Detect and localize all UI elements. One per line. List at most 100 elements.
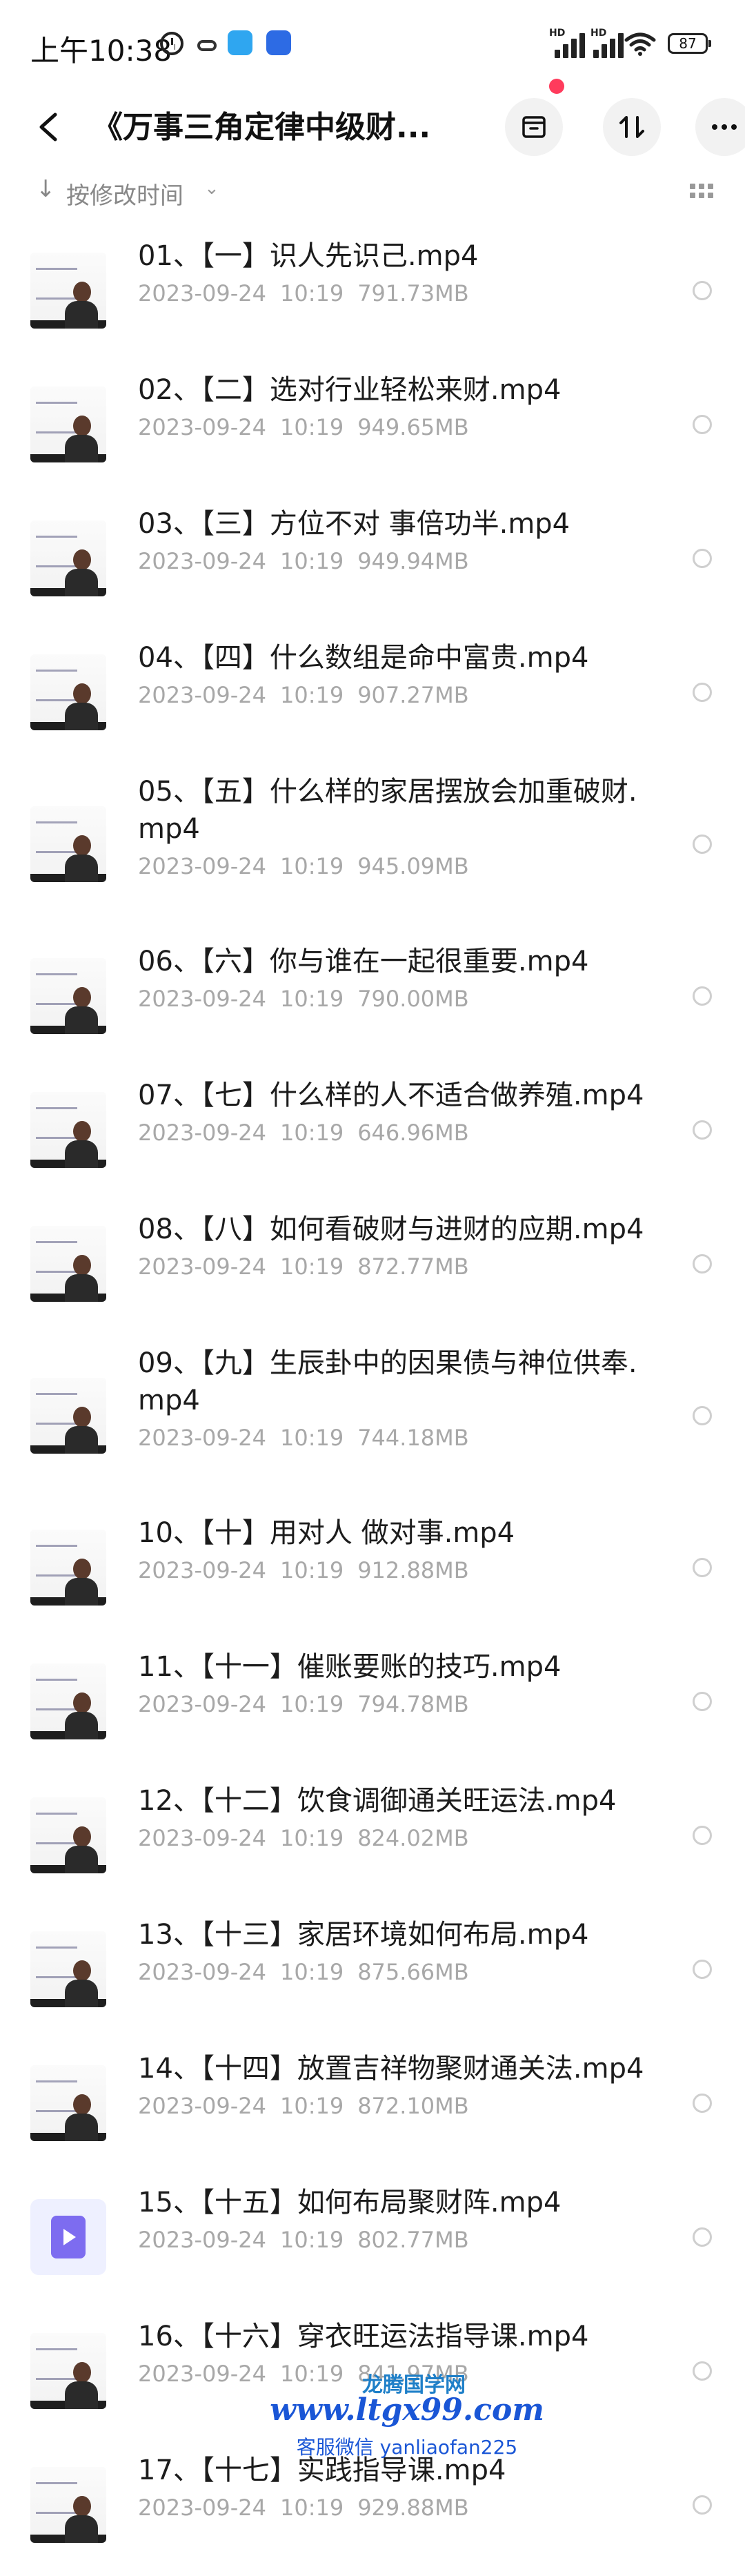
video-thumbnail	[30, 253, 106, 329]
app-notification-icon	[228, 30, 252, 55]
grid-view-icon[interactable]	[690, 184, 713, 199]
file-size: 646.96MB	[357, 1120, 469, 1146]
select-radio[interactable]	[693, 1558, 712, 1577]
video-thumbnail	[30, 2333, 106, 2409]
file-meta: 2023-09-24 10:19 791.73MB	[138, 280, 469, 306]
file-row[interactable]: 05、【五】什么样的家居摆放会加重破财.mp4 2023-09-24 10:19 94…	[0, 763, 745, 933]
file-time: 10:19	[279, 1120, 344, 1146]
file-row[interactable]: 07、【七】什么样的人不适合做养殖.mp4 2023-09-24 10:19 646.…	[0, 1067, 745, 1201]
select-radio[interactable]	[693, 683, 712, 702]
app-notification-icon	[266, 30, 291, 55]
file-row[interactable]: 14、【十四】放置吉祥物聚财通关法.mp4 2023-09-24 10:19 872.…	[0, 2040, 745, 2174]
archive-button[interactable]	[505, 98, 563, 156]
file-row[interactable]: 11、【十一】催账要账的技巧.mp4 2023-09-24 10:19 794.78M…	[0, 1639, 745, 1773]
video-thumbnail	[30, 387, 106, 462]
file-date: 2023-09-24	[138, 2227, 266, 2253]
file-date: 2023-09-24	[138, 1120, 266, 1146]
file-size: 949.94MB	[357, 548, 469, 574]
file-row[interactable]: 09、【九】生辰卦中的因果债与神位供奉.mp4 2023-09-24 10:19 74…	[0, 1335, 745, 1505]
file-row[interactable]: 08、【八】如何看破财与进财的应期.mp4 2023-09-24 10:19 872.…	[0, 1201, 745, 1335]
select-radio[interactable]	[693, 2094, 712, 2113]
signal-icon	[552, 30, 592, 58]
file-size: 790.00MB	[357, 986, 469, 1012]
select-radio[interactable]	[693, 1406, 712, 1425]
file-row[interactable]: 06、【六】你与谁在一起很重要.mp4 2023-09-24 10:19 790.00…	[0, 933, 745, 1067]
file-size: 907.27MB	[357, 682, 469, 708]
file-meta: 2023-09-24 10:19 875.66MB	[138, 1959, 469, 1985]
file-time: 10:19	[279, 1825, 344, 1851]
file-row[interactable]: 13、【十三】家居环境如何布局.mp4 2023-09-24 10:19 875.66…	[0, 1906, 745, 2040]
file-time: 10:19	[279, 2093, 344, 2119]
file-time: 10:19	[279, 548, 344, 574]
file-meta: 2023-09-24 10:19 744.18MB	[138, 1425, 469, 1451]
file-row[interactable]: 04、【四】什么数组是命中富贵.mp4 2023-09-24 10:19 907.27…	[0, 630, 745, 763]
file-meta: 2023-09-24 10:19 824.02MB	[138, 1825, 469, 1851]
file-name: 07、【七】什么样的人不适合做养殖.mp4	[138, 1080, 644, 1111]
file-time: 10:19	[279, 2495, 344, 2521]
file-time: 10:19	[279, 280, 344, 306]
file-date: 2023-09-24	[138, 2361, 266, 2387]
file-row[interactable]: 01、【一】识人先识己.mp4 2023-09-24 10:19 791.73MB	[0, 228, 745, 362]
file-name: 03、【三】方位不对 事倍功半.mp4	[138, 508, 570, 540]
select-radio[interactable]	[693, 1254, 712, 1274]
sort-bar: ↓ 按修改时间 ⌄	[0, 170, 745, 218]
file-date: 2023-09-24	[138, 853, 266, 879]
notification-dot	[549, 79, 564, 94]
file-row[interactable]: 12、【十二】饮食调御通关旺运法.mp4 2023-09-24 10:19 824.0…	[0, 1773, 745, 1906]
file-date: 2023-09-24	[138, 1959, 266, 1985]
video-thumbnail	[30, 2467, 106, 2543]
video-thumbnail	[30, 806, 106, 882]
sort-selector[interactable]: 按修改时间	[66, 177, 183, 211]
file-date: 2023-09-24	[138, 1253, 266, 1280]
file-row[interactable]: 10、【十】用对人 做对事.mp4 2023-09-24 10:19 912.88MB	[0, 1505, 745, 1639]
select-radio[interactable]	[693, 986, 712, 1006]
file-date: 2023-09-24	[138, 2495, 266, 2521]
select-radio[interactable]	[693, 281, 712, 300]
file-date: 2023-09-24	[138, 2093, 266, 2119]
file-date: 2023-09-24	[138, 682, 266, 708]
select-radio[interactable]	[693, 549, 712, 568]
sort-order-button[interactable]	[603, 98, 661, 156]
file-date: 2023-09-24	[138, 986, 266, 1012]
file-size: 929.88MB	[357, 2495, 469, 2521]
select-radio[interactable]	[693, 1692, 712, 1711]
video-file-icon	[30, 2199, 106, 2275]
back-button[interactable]	[28, 106, 69, 148]
watermark-url: www.ltgx99.com	[270, 2392, 544, 2428]
file-meta: 2023-09-24 10:19 790.00MB	[138, 986, 469, 1012]
file-meta: 2023-09-24 10:19 949.65MB	[138, 414, 469, 440]
file-row[interactable]: 17、【十七】实践指导课.mp4 2023-09-24 10:19 929.88MB	[0, 2442, 745, 2576]
file-name: 09、【九】生辰卦中的因果债与神位供奉.mp4	[138, 1347, 637, 1416]
file-meta: 2023-09-24 10:19 945.09MB	[138, 853, 469, 879]
file-name: 01、【一】识人先识己.mp4	[138, 240, 479, 272]
select-radio[interactable]	[693, 2361, 712, 2381]
file-date: 2023-09-24	[138, 1825, 266, 1851]
select-radio[interactable]	[693, 1120, 712, 1140]
swap-vertical-icon	[619, 116, 644, 138]
more-dots-icon	[712, 124, 737, 130]
file-time: 10:19	[279, 1253, 344, 1280]
select-radio[interactable]	[693, 1960, 712, 1979]
chevron-down-icon[interactable]: ⌄	[204, 178, 219, 199]
select-radio[interactable]	[693, 835, 712, 854]
file-name: 04、【四】什么数组是命中富贵.mp4	[138, 642, 589, 674]
watermark-contact: 客服微信 yanliaofan225	[296, 2436, 518, 2459]
file-name: 05、【五】什么样的家居摆放会加重破财.mp4	[138, 776, 637, 845]
select-radio[interactable]	[693, 2227, 712, 2247]
select-radio[interactable]	[693, 415, 712, 434]
more-button[interactable]	[695, 98, 745, 156]
file-list: 01、【一】识人先识己.mp4 2023-09-24 10:19 791.73MB 02…	[0, 228, 745, 2576]
file-name: 02、【二】选对行业轻松来财.mp4	[138, 374, 562, 406]
select-radio[interactable]	[693, 2495, 712, 2515]
file-meta: 2023-09-24 10:19 646.96MB	[138, 1120, 469, 1146]
file-row[interactable]: 15、【十五】如何布局聚财阵.mp4 2023-09-24 10:19 802.77M…	[0, 2174, 745, 2308]
file-row[interactable]: 02、【二】选对行业轻松来财.mp4 2023-09-24 10:19 949.65M…	[0, 362, 745, 496]
file-date: 2023-09-24	[138, 1691, 266, 1717]
file-size: 872.10MB	[357, 2093, 469, 2119]
file-name: 16、【十六】穿衣旺运法指导课.mp4	[138, 2321, 589, 2352]
video-thumbnail	[30, 1797, 106, 1873]
status-time: 上午10:38	[30, 34, 172, 68]
file-row[interactable]: 03、【三】方位不对 事倍功半.mp4 2023-09-24 10:19 949.94…	[0, 496, 745, 630]
select-radio[interactable]	[693, 1826, 712, 1845]
file-date: 2023-09-24	[138, 1557, 266, 1583]
